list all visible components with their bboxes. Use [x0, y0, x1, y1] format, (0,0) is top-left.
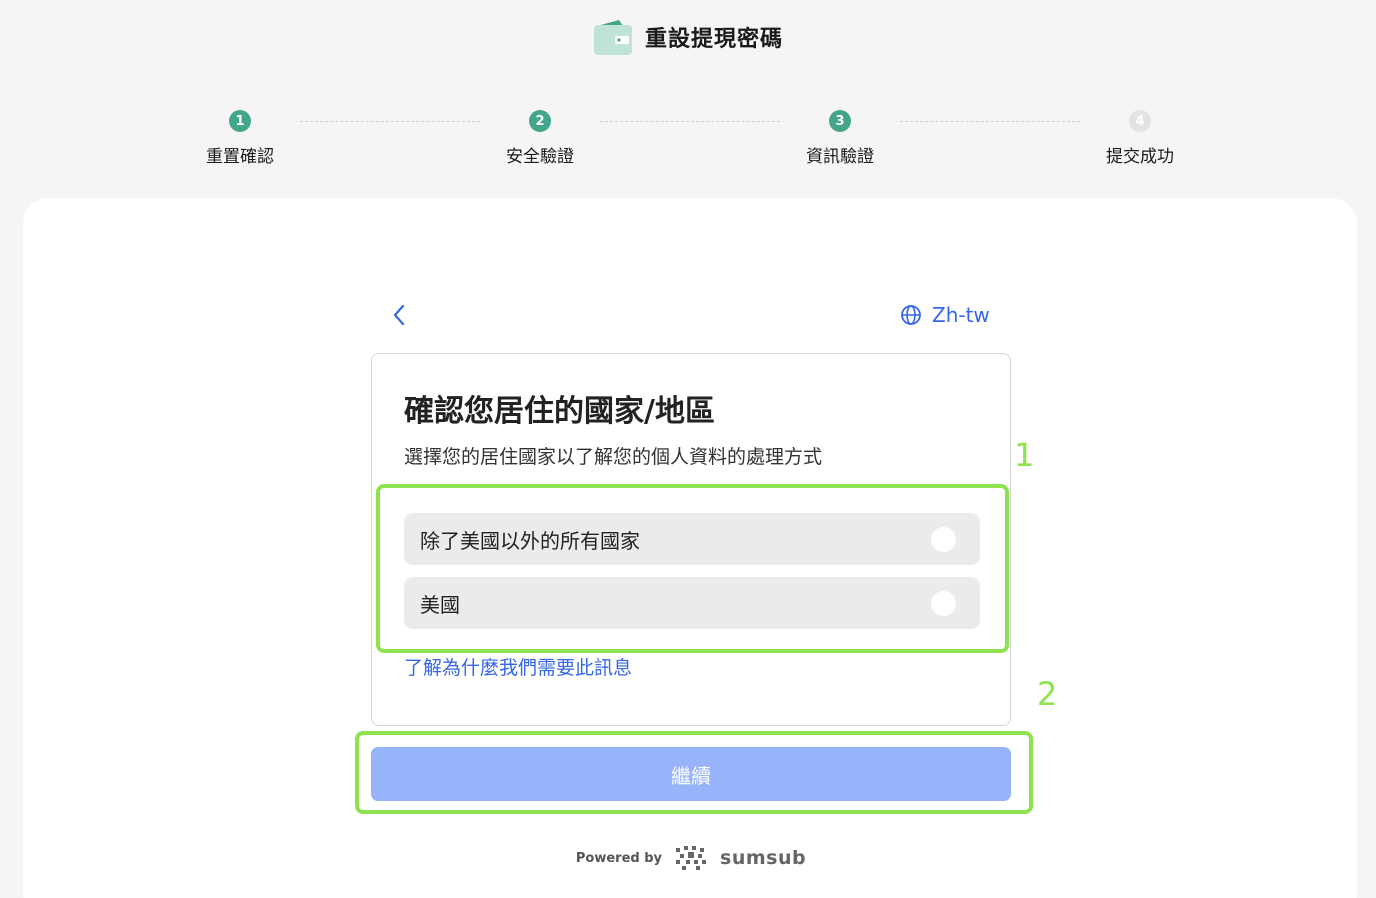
step-label: 提交成功 — [1106, 147, 1174, 167]
annotation-box-2 — [355, 731, 1033, 814]
step-connector — [900, 121, 1080, 122]
step-connector — [600, 121, 780, 122]
step-number: 4 — [1129, 110, 1151, 132]
step-1: 1 重置確認 — [160, 108, 320, 167]
form-subtitle: 選擇您的居住國家以了解您的個人資料的處理方式 — [404, 446, 823, 468]
language-label: Zh-tw — [932, 303, 990, 327]
annotation-number-2: 2 — [1037, 675, 1058, 713]
powered-by-footer: Powered by sumsub — [0, 842, 1376, 874]
globe-icon — [901, 305, 921, 325]
step-number: 2 — [529, 110, 551, 132]
step-3: 3 資訊驗證 — [760, 108, 920, 167]
step-number: 3 — [829, 110, 851, 132]
annotation-number-1: 1 — [1014, 436, 1035, 474]
annotation-box-1 — [376, 484, 1009, 653]
powered-by-label: Powered by — [575, 850, 663, 866]
chevron-left-icon — [393, 304, 405, 326]
step-label: 安全驗證 — [506, 147, 574, 167]
page-header: 重設提現密碼 — [0, 17, 1376, 57]
step-label: 重置確認 — [206, 147, 274, 167]
progress-stepper: 1 重置確認 2 安全驗證 3 資訊驗證 4 提交成功 — [0, 108, 1376, 178]
step-4: 4 提交成功 — [1060, 108, 1220, 167]
back-button[interactable] — [388, 303, 410, 327]
step-2: 2 安全驗證 — [460, 108, 620, 167]
sumsub-brand: sumsub — [720, 847, 807, 869]
language-selector[interactable]: Zh-tw — [900, 300, 990, 330]
step-number: 1 — [229, 110, 251, 132]
learn-more-link[interactable]: 了解為什麼我們需要此訊息 — [404, 653, 632, 680]
sumsub-logo-icon — [676, 846, 707, 870]
page-title: 重設提現密碼 — [644, 27, 783, 52]
form-title: 確認您居住的國家/地區 — [404, 394, 715, 429]
step-connector — [300, 121, 480, 122]
step-label: 資訊驗證 — [806, 147, 874, 167]
wallet-icon — [593, 18, 633, 56]
